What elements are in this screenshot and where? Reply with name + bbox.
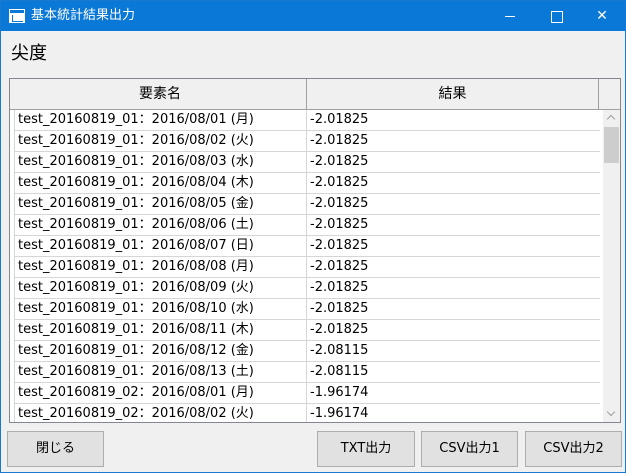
- close-icon[interactable]: ✕: [579, 1, 625, 31]
- cell-element-name[interactable]: test_20160819_01：2016/08/06 (土): [14, 215, 307, 235]
- cell-result[interactable]: -2.01825: [307, 215, 600, 235]
- table-row[interactable]: test_20160819_02：2016/08/02 (火) -1.96174: [14, 404, 600, 422]
- table-row[interactable]: test_20160819_01：2016/08/08 (月) -2.01825: [14, 257, 600, 278]
- cell-result[interactable]: -2.01825: [307, 236, 600, 256]
- cell-element-name[interactable]: test_20160819_01：2016/08/13 (土): [14, 362, 307, 382]
- table-row[interactable]: test_20160819_01：2016/08/02 (火) -2.01825: [14, 131, 600, 152]
- scroll-down-icon[interactable]: [603, 405, 620, 422]
- table-body: test_20160819_01：2016/08/01 (月) -2.01825 t…: [14, 110, 600, 422]
- csv-export-2-button[interactable]: CSV出力2: [525, 431, 622, 467]
- cell-element-name[interactable]: test_20160819_01：2016/08/05 (金): [14, 194, 307, 214]
- scroll-up-icon[interactable]: [603, 110, 620, 127]
- table-row[interactable]: test_20160819_01：2016/08/09 (火) -2.01825: [14, 278, 600, 299]
- table-row[interactable]: test_20160819_01：2016/08/07 (日) -2.01825: [14, 236, 600, 257]
- cell-element-name[interactable]: test_20160819_01：2016/08/12 (金): [14, 341, 307, 361]
- window-title: 基本統計結果出力: [31, 8, 136, 23]
- cell-result[interactable]: -2.01825: [307, 299, 600, 319]
- cell-element-name[interactable]: test_20160819_01：2016/08/01 (月): [14, 110, 307, 130]
- window-app-icon: [9, 9, 25, 23]
- cell-element-name[interactable]: test_20160819_01：2016/08/11 (木): [14, 320, 307, 340]
- txt-export-button[interactable]: TXT出力: [317, 431, 415, 467]
- cell-result[interactable]: -2.01825: [307, 152, 600, 172]
- table-row[interactable]: test_20160819_01：2016/08/01 (月) -2.01825: [14, 110, 600, 131]
- cell-element-name[interactable]: test_20160819_01：2016/08/08 (月): [14, 257, 307, 277]
- cell-element-name[interactable]: test_20160819_01：2016/08/04 (木): [14, 173, 307, 193]
- cell-result[interactable]: -2.01825: [307, 194, 600, 214]
- cell-element-name[interactable]: test_20160819_01：2016/08/02 (火): [14, 131, 307, 151]
- table-row[interactable]: test_20160819_01：2016/08/13 (土) -2.08115: [14, 362, 600, 383]
- cell-result[interactable]: -2.01825: [307, 257, 600, 277]
- cell-element-name[interactable]: test_20160819_01：2016/08/09 (火): [14, 278, 307, 298]
- cell-result[interactable]: -2.01825: [307, 173, 600, 193]
- column-header-element-name[interactable]: 要素名: [14, 79, 307, 109]
- table-row[interactable]: test_20160819_02：2016/08/01 (月) -1.96174: [14, 383, 600, 404]
- dialog-window: 基本統計結果出力 ✕ 尖度 要素名 結果 test_20160819_01：20…: [0, 0, 626, 473]
- scroll-thumb[interactable]: [604, 127, 619, 163]
- table-header: 要素名 結果: [10, 79, 620, 110]
- table-row[interactable]: test_20160819_01：2016/08/05 (金) -2.01825: [14, 194, 600, 215]
- maximize-icon[interactable]: [533, 1, 579, 31]
- cell-result[interactable]: -2.08115: [307, 362, 600, 382]
- cell-element-name[interactable]: test_20160819_02：2016/08/02 (火): [14, 404, 307, 422]
- close-button[interactable]: 閉じる: [7, 431, 104, 467]
- cell-element-name[interactable]: test_20160819_01：2016/08/03 (水): [14, 152, 307, 172]
- cell-result[interactable]: -1.96174: [307, 404, 600, 422]
- cell-result[interactable]: -2.01825: [307, 110, 600, 130]
- cell-result[interactable]: -2.01825: [307, 131, 600, 151]
- cell-element-name[interactable]: test_20160819_01：2016/08/07 (日): [14, 236, 307, 256]
- cell-element-name[interactable]: test_20160819_02：2016/08/01 (月): [14, 383, 307, 403]
- vertical-scrollbar[interactable]: [603, 110, 620, 422]
- table-row[interactable]: test_20160819_01：2016/08/04 (木) -2.01825: [14, 173, 600, 194]
- results-table[interactable]: 要素名 結果 test_20160819_01：2016/08/01 (月) -2…: [9, 78, 621, 423]
- cell-result[interactable]: -2.01825: [307, 278, 600, 298]
- cell-result[interactable]: -2.01825: [307, 320, 600, 340]
- minimize-icon[interactable]: [487, 1, 533, 31]
- table-row[interactable]: test_20160819_01：2016/08/03 (水) -2.01825: [14, 152, 600, 173]
- page-title: 尖度: [11, 43, 47, 64]
- cell-result[interactable]: -2.08115: [307, 341, 600, 361]
- cell-element-name[interactable]: test_20160819_01：2016/08/10 (水): [14, 299, 307, 319]
- csv-export-1-button[interactable]: CSV出力1: [421, 431, 518, 467]
- table-row[interactable]: test_20160819_01：2016/08/12 (金) -2.08115: [14, 341, 600, 362]
- cell-result[interactable]: -1.96174: [307, 383, 600, 403]
- table-row[interactable]: test_20160819_01：2016/08/10 (水) -2.01825: [14, 299, 600, 320]
- table-row[interactable]: test_20160819_01：2016/08/06 (土) -2.01825: [14, 215, 600, 236]
- table-row[interactable]: test_20160819_01：2016/08/11 (木) -2.01825: [14, 320, 600, 341]
- column-header-result[interactable]: 結果: [307, 79, 599, 109]
- title-bar[interactable]: 基本統計結果出力 ✕: [1, 1, 625, 31]
